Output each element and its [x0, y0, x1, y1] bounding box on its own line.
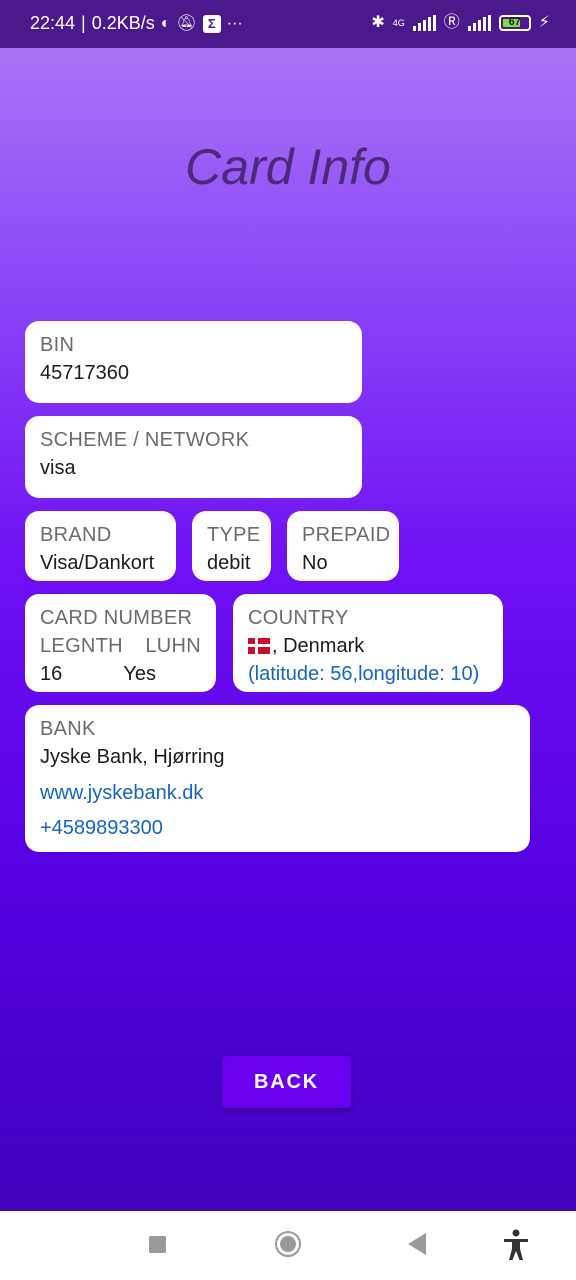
- signal-icon: [412, 15, 436, 31]
- type-card: TYPE debit: [192, 511, 271, 581]
- bank-name: Jyske Bank, Hjørring: [40, 746, 225, 768]
- country-label: COUNTRY: [248, 607, 349, 629]
- scheme-card: SCHEME / NETWORK visa: [25, 416, 362, 498]
- bank-card: BANK Jyske Bank, Hjørring www.jyskebank.…: [25, 705, 530, 852]
- bank-label: BANK: [40, 718, 96, 740]
- navigation-bar: [0, 1211, 576, 1280]
- back-button[interactable]: BACK: [222, 1056, 351, 1108]
- status-speed: 0.2KB/s: [91, 13, 155, 33]
- network-type: 4G: [392, 18, 405, 28]
- brand-label: BRAND: [40, 524, 112, 546]
- charging-icon: ⚡︎: [538, 14, 550, 31]
- status-time: 22:44: [30, 13, 76, 33]
- prepaid-card: PREPAID No: [287, 511, 399, 581]
- type-label: TYPE: [207, 524, 261, 546]
- bank-phone-link[interactable]: +4589893300: [40, 814, 515, 842]
- back-nav-icon[interactable]: [408, 1233, 426, 1255]
- denmark-flag-icon: [248, 638, 270, 654]
- type-value: debit: [207, 552, 251, 574]
- country-value: , Denmark: [272, 635, 365, 657]
- bin-value: 45717360: [40, 362, 129, 384]
- more-icon: ···: [226, 14, 243, 32]
- prepaid-label: PREPAID: [302, 524, 391, 546]
- length-label: LEGNTH: [40, 635, 123, 657]
- brand-card: BRAND Visa/Dankort: [25, 511, 176, 581]
- brand-value: Visa/Dankort: [40, 552, 155, 574]
- page-title: Card Info: [185, 139, 391, 195]
- luhn-label: LUHN: [145, 635, 201, 657]
- card-number-card: CARD NUMBER LEGNTH LUHN 16 Yes: [25, 594, 216, 692]
- scheme-label: SCHEME / NETWORK: [40, 429, 250, 451]
- status-bar: 22:44 | 0.2KB/s ◐ 🔕︎ Σ ··· ✱ 4G Ⓡ 67 ⚡︎: [0, 0, 576, 48]
- country-card: COUNTRY , Denmark (latitude: 56,longitud…: [233, 594, 503, 692]
- luhn-value: Yes: [123, 663, 156, 685]
- roaming-icon: Ⓡ: [443, 14, 460, 31]
- prepaid-value: No: [302, 552, 328, 574]
- data-saver-icon: ◐: [160, 14, 171, 32]
- notifications-off-icon: 🔕︎: [176, 14, 197, 32]
- recents-icon[interactable]: [149, 1236, 166, 1253]
- bluetooth-icon: ✱: [371, 14, 385, 31]
- battery-icon: 67: [498, 15, 531, 31]
- scheme-value: visa: [40, 457, 76, 479]
- bank-url-link[interactable]: www.jyskebank.dk: [40, 779, 515, 807]
- length-value: 16: [40, 663, 63, 685]
- home-icon[interactable]: [275, 1231, 301, 1257]
- signal-icon-2: [467, 15, 491, 31]
- sigma-app-icon: Σ: [202, 14, 221, 33]
- card-number-label: CARD NUMBER: [40, 607, 193, 629]
- accessibility-icon[interactable]: [502, 1229, 530, 1261]
- country-coords-link[interactable]: (latitude: 56,longitude: 10): [248, 660, 488, 688]
- bin-card: BIN 45717360: [25, 321, 362, 403]
- bin-label: BIN: [40, 334, 75, 356]
